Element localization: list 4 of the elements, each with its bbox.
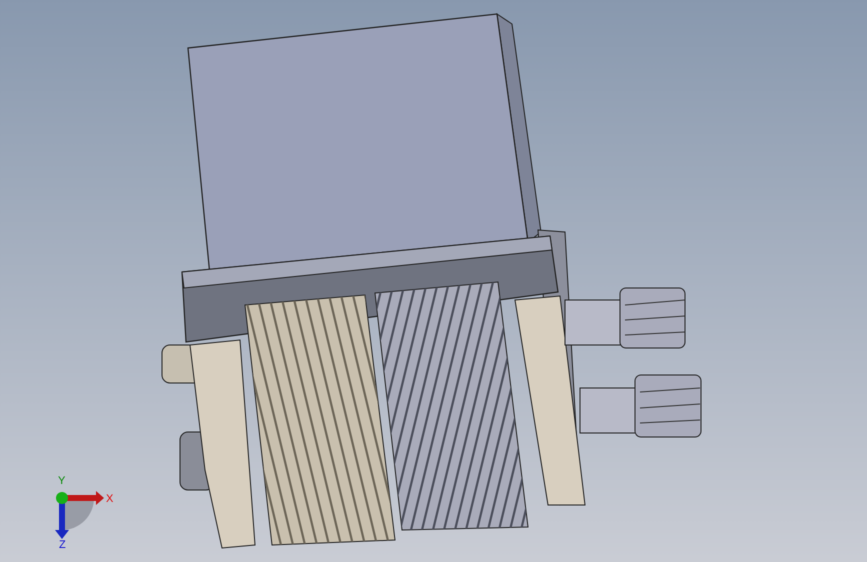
axis-label: Z bbox=[59, 540, 66, 551]
axis-triad-icon bbox=[55, 491, 104, 539]
axis-label: Y bbox=[58, 476, 66, 487]
axis-label: X bbox=[106, 494, 114, 505]
